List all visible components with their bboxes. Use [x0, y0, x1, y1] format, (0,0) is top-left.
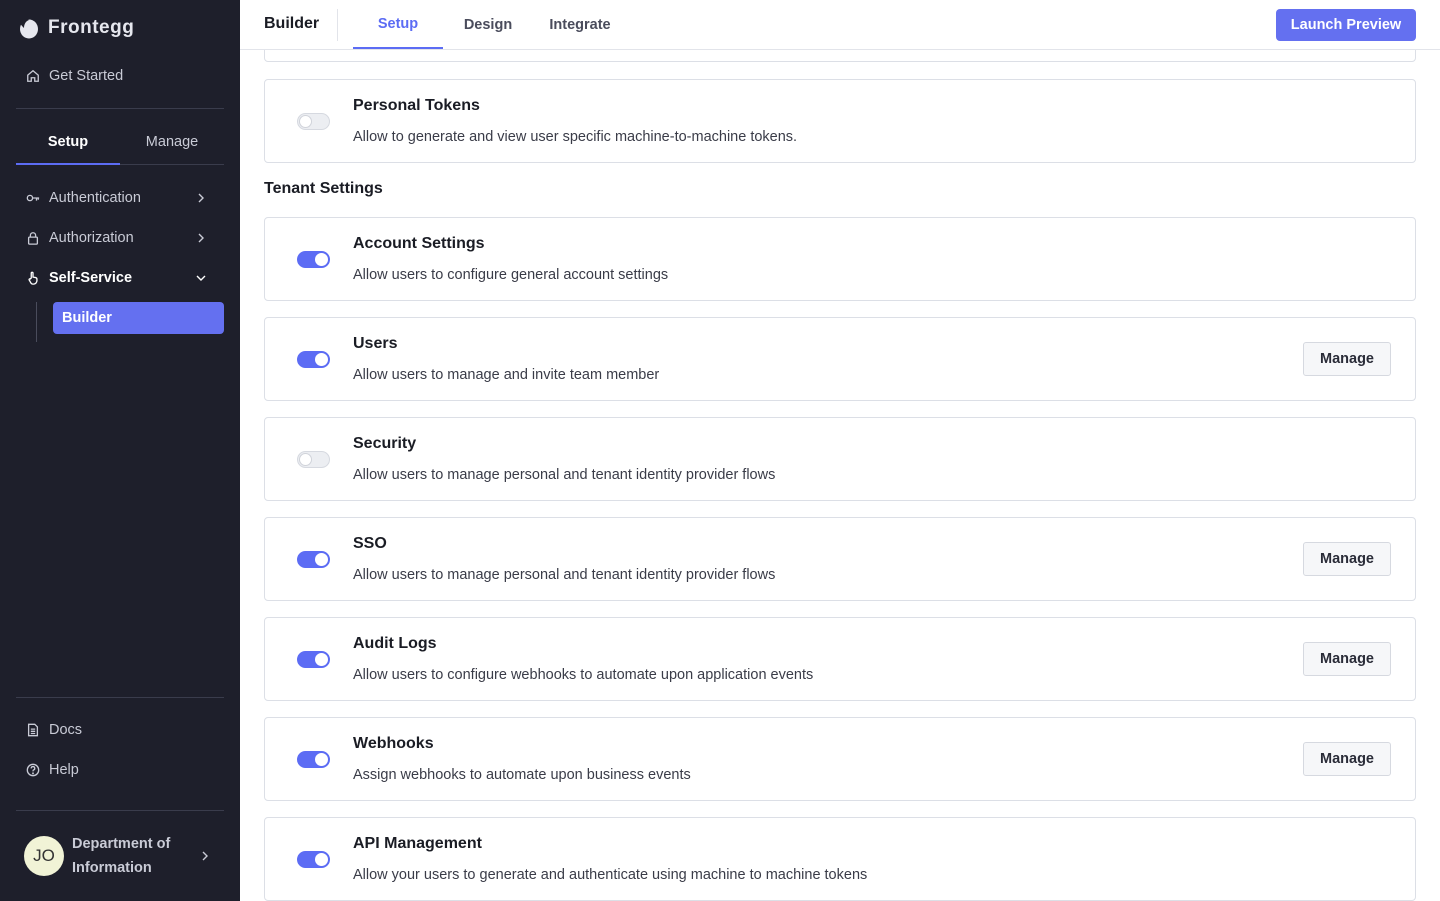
nav-self-service-label: Self-Service [49, 270, 133, 286]
card-title: Users [353, 335, 398, 352]
card-webhooks: Webhooks Assign webhooks to automate upo… [264, 717, 1416, 801]
sidebar-divider [16, 810, 224, 811]
nav-get-started[interactable]: Get Started [16, 60, 224, 92]
nav-help-label: Help [49, 762, 79, 778]
toggle-api-management[interactable] [297, 851, 330, 868]
section-title: Tenant Settings [264, 180, 383, 197]
card-account-settings: Account Settings Allow users to configur… [264, 217, 1416, 301]
user-account[interactable]: JO Department of Information [16, 828, 224, 884]
subtree-line [36, 302, 37, 342]
sidebar-tab-manage[interactable]: Manage [120, 120, 224, 164]
top-header: Builder Setup Design Integrate Launch Pr… [240, 0, 1440, 50]
card-title: Audit Logs [353, 635, 437, 652]
home-icon [25, 68, 41, 84]
manage-sso-button[interactable]: Manage [1303, 542, 1391, 576]
toggle-sso[interactable] [297, 551, 330, 568]
lock-icon [25, 230, 41, 246]
page-title: Builder [264, 15, 320, 32]
card-description: Allow users to manage personal and tenan… [353, 467, 776, 483]
manage-users-button[interactable]: Manage [1303, 342, 1391, 376]
card-description: Allow to generate and view user specific… [353, 129, 798, 145]
toggle-knob [315, 553, 328, 566]
card-users: Users Allow users to manage and invite t… [264, 317, 1416, 401]
nav-authentication[interactable]: Authentication [16, 182, 224, 214]
card-description: Assign webhooks to automate upon busines… [353, 767, 691, 783]
sidebar-divider [16, 697, 224, 698]
card-title: API Management [353, 835, 482, 852]
toggle-knob [315, 653, 328, 666]
nav-get-started-label: Get Started [49, 68, 124, 84]
avatar: JO [24, 836, 64, 876]
chevron-right-icon [202, 851, 208, 861]
document-icon [25, 722, 41, 738]
chevron-right-icon [198, 193, 204, 203]
toggle-knob [315, 753, 328, 766]
chevron-right-icon [198, 233, 204, 243]
toggle-knob [299, 115, 312, 128]
tab-integrate[interactable]: Integrate [537, 0, 623, 49]
sidebar-divider [16, 108, 224, 109]
nav-help[interactable]: Help [16, 754, 224, 786]
toggle-knob [299, 453, 312, 466]
pointer-hand-icon [25, 270, 41, 286]
nav-self-service[interactable]: Self-Service [16, 262, 224, 294]
card-partial [264, 50, 1416, 62]
toggle-knob [315, 853, 328, 866]
brand-name: Frontegg [48, 17, 135, 38]
card-description: Allow users to configure general account… [353, 267, 669, 283]
toggle-audit-logs[interactable] [297, 651, 330, 668]
toggle-security[interactable] [297, 451, 330, 468]
card-description: Allow users to manage and invite team me… [353, 367, 660, 383]
card-personal-tokens: Personal Tokens Allow to generate and vi… [264, 79, 1416, 163]
card-description: Allow your users to generate and authent… [353, 867, 868, 883]
card-audit-logs: Audit Logs Allow users to configure webh… [264, 617, 1416, 701]
nav-authorization-label: Authorization [49, 230, 134, 246]
sidebar-tab-setup[interactable]: Setup [16, 120, 120, 165]
chevron-down-icon [196, 275, 206, 281]
card-api-management: API Management Allow your users to gener… [264, 817, 1416, 901]
nav-docs-label: Docs [49, 722, 83, 738]
header-separator [337, 9, 338, 41]
card-security: Security Allow users to manage personal … [264, 417, 1416, 501]
user-name: Department of Information [72, 836, 171, 876]
frontegg-logo-icon [20, 18, 38, 39]
key-icon [25, 190, 41, 206]
nav-builder[interactable]: Builder [53, 302, 224, 334]
nav-authorization[interactable]: Authorization [16, 222, 224, 254]
card-title: Webhooks [353, 735, 434, 752]
launch-preview-button[interactable]: Launch Preview [1276, 9, 1416, 41]
help-circle-icon [25, 762, 41, 778]
card-title: SSO [353, 535, 387, 552]
manage-audit-logs-button[interactable]: Manage [1303, 642, 1391, 676]
tab-design[interactable]: Design [449, 0, 527, 49]
card-title: Account Settings [353, 235, 485, 252]
tab-setup[interactable]: Setup [353, 0, 443, 49]
toggle-knob [315, 253, 328, 266]
brand-logo[interactable]: Frontegg [16, 16, 134, 40]
card-title: Personal Tokens [353, 97, 480, 114]
main-content: Personal Tokens Allow to generate and vi… [240, 50, 1440, 901]
nav-docs[interactable]: Docs [16, 714, 224, 746]
toggle-knob [315, 353, 328, 366]
toggle-users[interactable] [297, 351, 330, 368]
toggle-account-settings[interactable] [297, 251, 330, 268]
manage-webhooks-button[interactable]: Manage [1303, 742, 1391, 776]
nav-authentication-label: Authentication [49, 190, 141, 206]
card-description: Allow users to configure webhooks to aut… [353, 667, 814, 683]
toggle-webhooks[interactable] [297, 751, 330, 768]
sidebar: Frontegg Get Started Setup Manage Authen… [0, 0, 240, 901]
toggle-personal-tokens[interactable] [297, 113, 330, 130]
card-title: Security [353, 435, 417, 452]
sidebar-tabs: Setup Manage [16, 120, 224, 165]
card-sso: SSO Allow users to manage personal and t… [264, 517, 1416, 601]
card-description: Allow users to manage personal and tenan… [353, 567, 776, 583]
